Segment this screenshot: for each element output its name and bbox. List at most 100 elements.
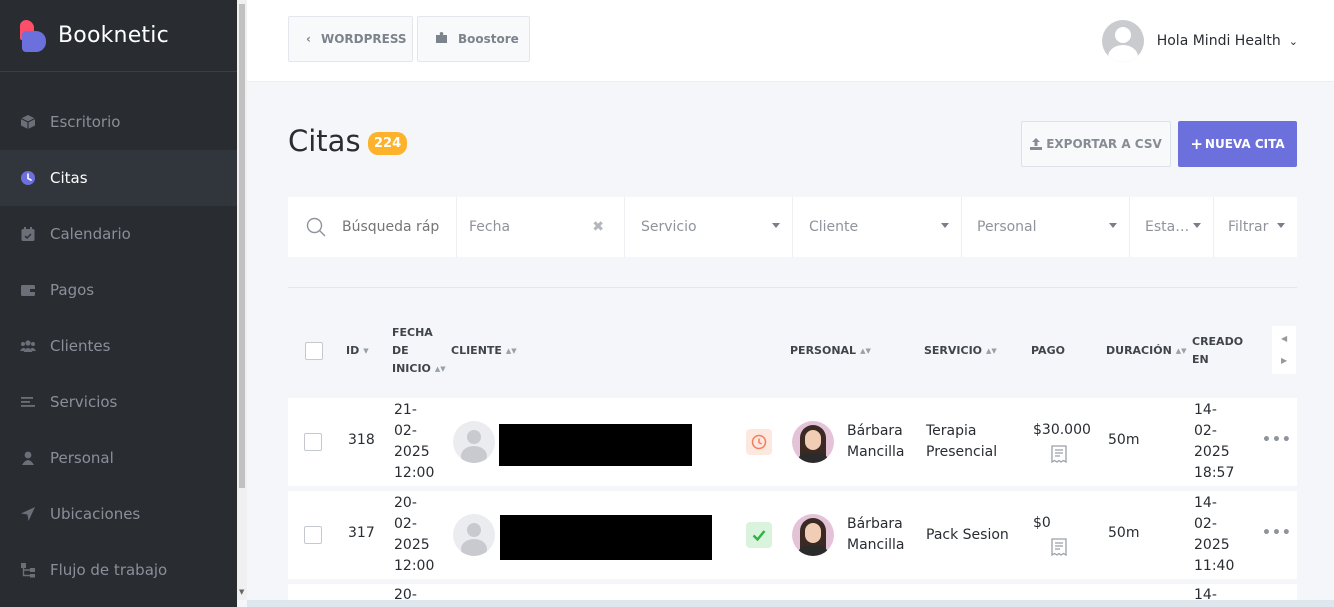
- column-header-payment[interactable]: PAGO: [1031, 342, 1065, 360]
- sidebar-item-servicios[interactable]: Servicios: [0, 374, 237, 430]
- appointment-id: 317: [348, 525, 375, 541]
- sidebar-item-flujo-de-trabajo[interactable]: Flujo de trabajo: [0, 542, 237, 598]
- date-part: 21-: [394, 402, 417, 418]
- receipt-icon[interactable]: [1049, 444, 1069, 468]
- sort-icon: ▲▼: [505, 347, 517, 355]
- created-at: 14- 02- 2025 11:40: [1194, 493, 1234, 577]
- column-header-duration[interactable]: DURACIÓN ▲▼: [1106, 342, 1187, 360]
- scroll-right-icon[interactable]: ▶: [1281, 356, 1287, 365]
- caret-down-icon: [1193, 223, 1201, 228]
- upload-icon: [1030, 138, 1043, 150]
- column-header-staff[interactable]: PERSONAL ▲▼: [790, 342, 871, 360]
- receipt-icon[interactable]: [1049, 537, 1069, 561]
- sort-icon: ▲▼: [434, 365, 446, 373]
- column-header-service[interactable]: SERVICIO ▲▼: [924, 342, 997, 360]
- date-part: 12:00: [394, 465, 435, 481]
- service-select[interactable]: Servicio: [625, 197, 793, 257]
- scrollbar-thumb[interactable]: [239, 4, 245, 488]
- sidebar-item-personal[interactable]: Personal: [0, 430, 237, 486]
- staff-avatar: [792, 421, 834, 463]
- caret-down-icon: [772, 223, 780, 228]
- sidebar-scrollbar[interactable]: ▼: [237, 0, 247, 600]
- more-actions-icon[interactable]: •••: [1262, 432, 1292, 448]
- filter-select[interactable]: Filtrar: [1214, 197, 1297, 257]
- date-part: 20-: [394, 495, 417, 511]
- window-bottom-edge: [247, 600, 1334, 607]
- created-part: 02-: [1194, 423, 1217, 439]
- sidebar-item-ubicaciones[interactable]: Ubicaciones: [0, 486, 237, 542]
- user-menu[interactable]: Hola Mindi Health ⌄: [1101, 20, 1298, 62]
- export-label: EXPORTAR A CSV: [1046, 137, 1162, 151]
- start-date: 21- 02- 2025 12:00: [394, 400, 434, 484]
- column-header-created[interactable]: CREADO EN: [1192, 333, 1243, 369]
- sidebar-item-label: Pagos: [50, 281, 95, 299]
- chevron-left-icon: ‹: [306, 32, 311, 46]
- clock-icon: [20, 170, 36, 186]
- staff-select[interactable]: Personal: [962, 197, 1130, 257]
- select-all-checkbox[interactable]: [305, 342, 323, 360]
- row-checkbox[interactable]: [304, 526, 322, 544]
- chevron-down-icon: ⌄: [1288, 34, 1298, 48]
- column-header-id[interactable]: ID ▼: [346, 342, 369, 360]
- created-part: 11:40: [1194, 558, 1235, 574]
- status-select[interactable]: Esta…: [1130, 197, 1214, 257]
- client-select[interactable]: Cliente: [793, 197, 962, 257]
- back-to-wordpress-button[interactable]: ‹ WORDPRESS: [288, 16, 413, 62]
- sidebar-item-escritorio[interactable]: Escritorio: [0, 94, 237, 150]
- caret-down-icon: [1109, 223, 1117, 228]
- new-appointment-button[interactable]: + NUEVA CITA: [1178, 121, 1297, 167]
- boostore-button[interactable]: Boostore: [417, 16, 530, 62]
- column-header-start-date[interactable]: FECHA DE INICIO ▲▼: [392, 324, 446, 378]
- sidebar-item-clientes[interactable]: Clientes: [0, 318, 237, 374]
- header-label: PERSONAL: [790, 344, 857, 357]
- sidebar-item-label: Calendario: [50, 225, 131, 243]
- export-csv-button[interactable]: EXPORTAR A CSV: [1021, 121, 1171, 167]
- header-label: CLIENTE: [451, 344, 502, 357]
- calendar-icon: [20, 226, 36, 242]
- scroll-down-icon[interactable]: ▼: [239, 588, 244, 596]
- more-actions-icon[interactable]: •••: [1262, 525, 1292, 541]
- column-header-client[interactable]: CLIENTE ▲▼: [451, 342, 517, 360]
- search-input[interactable]: [342, 219, 442, 235]
- scroll-left-icon[interactable]: ◀: [1281, 334, 1287, 343]
- service-name-part: Terapia: [926, 423, 977, 439]
- table-horizontal-scroller[interactable]: ◀ ▶: [1272, 326, 1296, 374]
- created-part: 02-: [1194, 516, 1217, 532]
- brand-logo[interactable]: Booknetic: [0, 0, 237, 72]
- booknetic-logo-icon: [20, 19, 46, 52]
- sort-icon: ▲▼: [986, 347, 997, 355]
- sidebar-item-label: Escritorio: [50, 113, 121, 131]
- header-label: DURACIÓN: [1106, 344, 1172, 357]
- client-avatar: [453, 514, 495, 556]
- table-row[interactable]: 318 21- 02- 2025 12:00 Bárbara Mancilla …: [288, 398, 1297, 486]
- search-filter[interactable]: [288, 197, 457, 257]
- sidebar-item-citas[interactable]: Citas: [0, 150, 237, 206]
- service-select-label: Servicio: [641, 219, 697, 235]
- clear-icon[interactable]: ✖: [592, 219, 604, 235]
- redacted-client-name: [500, 515, 712, 560]
- staff-name-part: Bárbara: [847, 516, 903, 532]
- created-part: 18:57: [1194, 465, 1235, 481]
- status-select-label: Esta…: [1145, 219, 1190, 235]
- table-row[interactable]: 317 20- 02- 2025 12:00 Bárbara Mancilla …: [288, 491, 1297, 579]
- table-row[interactable]: 20- 14-: [288, 584, 1297, 600]
- sidebar-item-calendario[interactable]: Calendario: [0, 206, 237, 262]
- row-checkbox[interactable]: [304, 433, 322, 451]
- service-name: Terapia Presencial: [926, 421, 997, 463]
- created-part: 2025: [1194, 537, 1230, 553]
- created-at: 14- 02- 2025 18:57: [1194, 400, 1234, 484]
- header-label: PAGO: [1031, 344, 1065, 357]
- service-name-part: Presencial: [926, 444, 998, 460]
- date-part: 2025: [394, 537, 430, 553]
- header-label: EN: [1192, 353, 1209, 366]
- created-at: 14-: [1194, 585, 1217, 600]
- date-filter[interactable]: Fecha ✖: [457, 197, 625, 257]
- header-label: CREADO: [1192, 335, 1244, 348]
- sidebar-item-label: Servicios: [50, 393, 118, 411]
- sidebar-item-pagos[interactable]: Pagos: [0, 262, 237, 318]
- filter-bar: Fecha ✖ Servicio Cliente Personal Esta… …: [288, 197, 1297, 257]
- staff-avatar: [792, 514, 834, 556]
- list-icon: [20, 394, 36, 410]
- payment-amount: $0: [1033, 515, 1051, 531]
- status-badge: [746, 522, 772, 548]
